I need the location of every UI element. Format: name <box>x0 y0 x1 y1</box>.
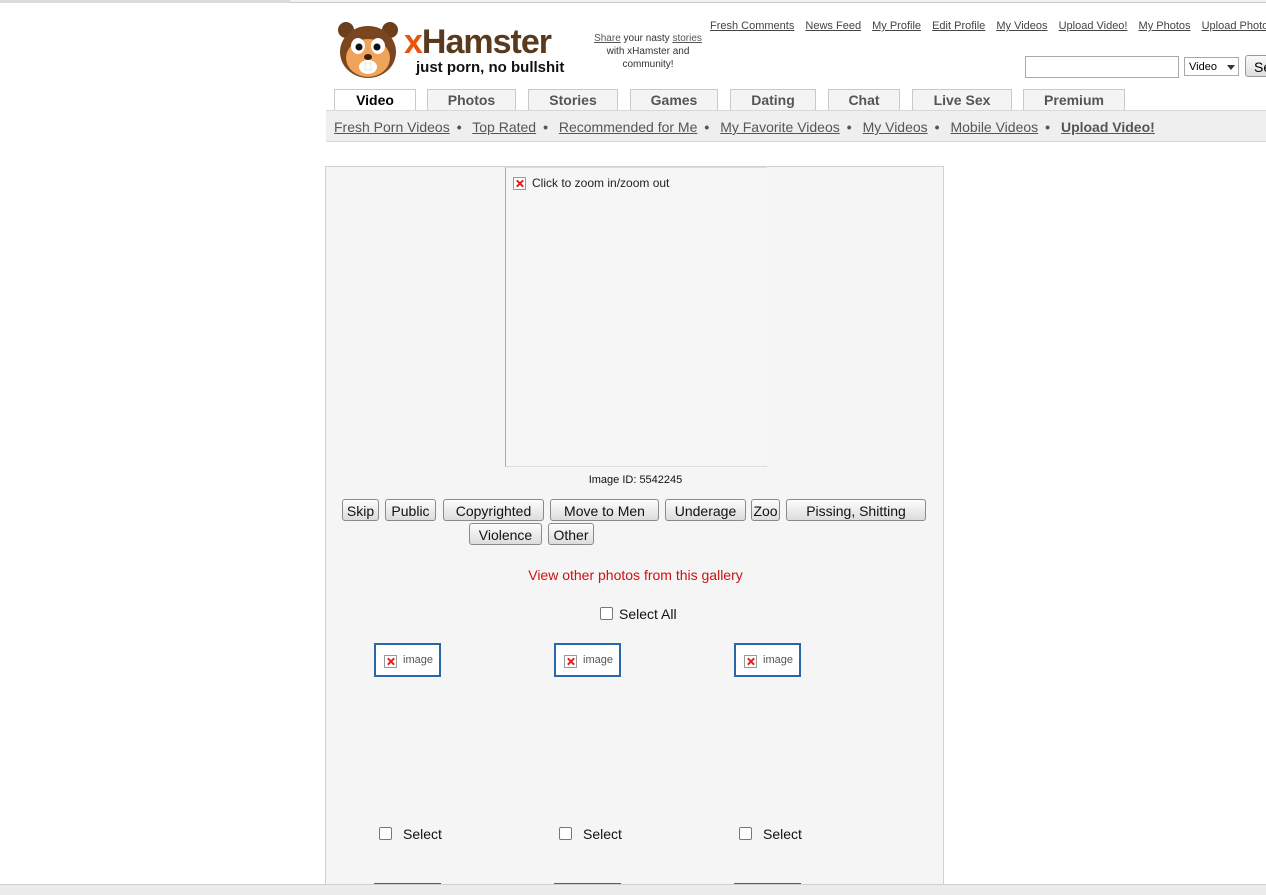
select-all-checkbox[interactable] <box>600 607 613 620</box>
select-checkbox[interactable] <box>739 827 752 840</box>
logo-tagline: just porn, no bullshit <box>416 59 565 76</box>
public-button[interactable]: Public <box>385 499 436 521</box>
zoom-caption: Click to zoom in/zoom out <box>532 176 670 190</box>
top-link-my-profile[interactable]: My Profile <box>872 20 921 32</box>
share-stories-blurb: Share your nasty stories with xHamster a… <box>594 33 702 70</box>
broken-image-icon <box>384 655 397 668</box>
tab-games[interactable]: Games <box>630 89 718 110</box>
view-gallery-link[interactable]: View other photos from this gallery <box>326 567 945 583</box>
tab-video[interactable]: Video <box>334 89 416 111</box>
top-link-upload-photos[interactable]: Upload Photos! <box>1202 20 1266 32</box>
subnav-top-rated[interactable]: Top Rated <box>472 119 536 135</box>
tab-live-sex[interactable]: Live Sex <box>912 89 1012 110</box>
broken-image-icon <box>513 177 526 190</box>
hamster-mascot-icon <box>338 22 398 78</box>
move-to-men-button[interactable]: Move to Men <box>550 499 659 521</box>
logo-wordmark: xHamster <box>404 23 552 61</box>
subnav-my-videos[interactable]: My Videos <box>863 119 928 135</box>
tab-dating[interactable]: Dating <box>730 89 816 110</box>
top-link-fresh-comments[interactable]: Fresh Comments <box>710 20 794 32</box>
subnav-favorite-videos[interactable]: My Favorite Videos <box>720 119 840 135</box>
violence-button[interactable]: Violence <box>469 523 542 545</box>
zoo-button[interactable]: Zoo <box>751 499 780 521</box>
gallery-thumb[interactable]: image <box>554 643 621 677</box>
top-link-my-photos[interactable]: My Photos <box>1139 20 1191 32</box>
broken-image-icon <box>564 655 577 668</box>
search-type-select[interactable]: Video <box>1184 57 1239 76</box>
select-all-label: Select All <box>619 606 677 622</box>
broken-image-icon <box>744 655 757 668</box>
select-label: Select <box>763 826 802 842</box>
subnav-fresh-porn-videos[interactable]: Fresh Porn Videos <box>334 119 450 135</box>
select-label: Select <box>403 826 442 842</box>
other-button[interactable]: Other <box>548 523 594 545</box>
select-label: Select <box>583 826 622 842</box>
top-link-news-feed[interactable]: News Feed <box>805 20 861 32</box>
image-id: Image ID: 5542245 <box>588 474 683 486</box>
tab-premium[interactable]: Premium <box>1023 89 1125 110</box>
select-checkbox[interactable] <box>559 827 572 840</box>
search-button[interactable]: Se <box>1245 55 1266 77</box>
site-logo[interactable]: xHamster just porn, no bullshit <box>336 20 566 82</box>
copyrighted-button[interactable]: Copyrighted <box>443 499 544 521</box>
stories-link[interactable]: stories <box>672 33 701 44</box>
pissing-shitting-button[interactable]: Pissing, Shitting <box>786 499 926 521</box>
browser-top-bar <box>290 0 1266 3</box>
share-link[interactable]: Share <box>594 33 621 44</box>
image-viewer[interactable]: Click to zoom in/zoom out <box>505 167 767 467</box>
underage-button[interactable]: Underage <box>665 499 746 521</box>
subnav-mobile-videos[interactable]: Mobile Videos <box>950 119 1038 135</box>
gallery-thumb[interactable]: image <box>734 643 801 677</box>
search-input[interactable] <box>1025 56 1179 78</box>
moderation-panel: Click to zoom in/zoom out Image ID: 5542… <box>325 166 944 894</box>
select-checkbox[interactable] <box>379 827 392 840</box>
video-subnav: Fresh Porn Videos • Top Rated • Recommende… <box>326 110 1266 142</box>
tab-stories[interactable]: Stories <box>528 89 618 110</box>
tab-chat[interactable]: Chat <box>828 89 900 110</box>
chevron-down-icon <box>1227 65 1235 70</box>
top-link-my-videos[interactable]: My Videos <box>996 20 1047 32</box>
skip-button[interactable]: Skip <box>342 499 379 521</box>
subnav-recommended[interactable]: Recommended for Me <box>559 119 698 135</box>
subnav-upload-video[interactable]: Upload Video! <box>1061 119 1155 135</box>
top-link-edit-profile[interactable]: Edit Profile <box>932 20 985 32</box>
gallery-thumb[interactable]: image <box>374 643 441 677</box>
top-link-upload-video[interactable]: Upload Video! <box>1059 20 1128 32</box>
tab-photos[interactable]: Photos <box>427 89 516 110</box>
user-top-links: Fresh Comments News Feed My Profile Edit… <box>710 20 1266 32</box>
browser-status-bar <box>0 884 1266 895</box>
